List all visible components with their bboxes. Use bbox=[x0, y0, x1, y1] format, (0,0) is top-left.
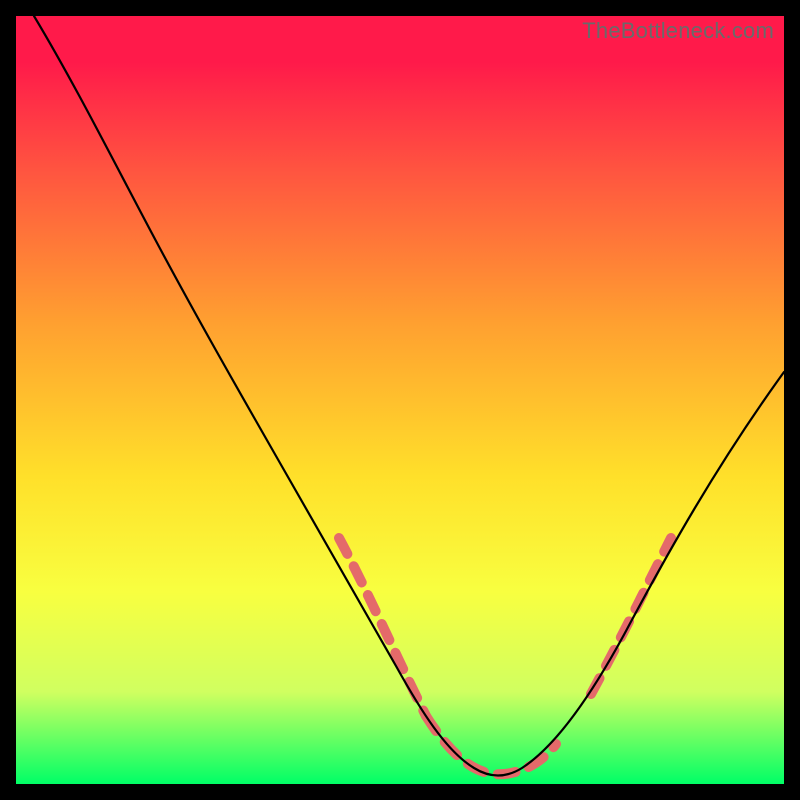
highlight-left-segment bbox=[339, 538, 426, 716]
bottleneck-curve bbox=[34, 16, 784, 776]
chart-svg bbox=[16, 16, 784, 784]
chart-frame: TheBottleneck.com bbox=[0, 0, 800, 800]
chart-plot-area: TheBottleneck.com bbox=[16, 16, 784, 784]
highlight-floor-segment bbox=[426, 716, 556, 774]
